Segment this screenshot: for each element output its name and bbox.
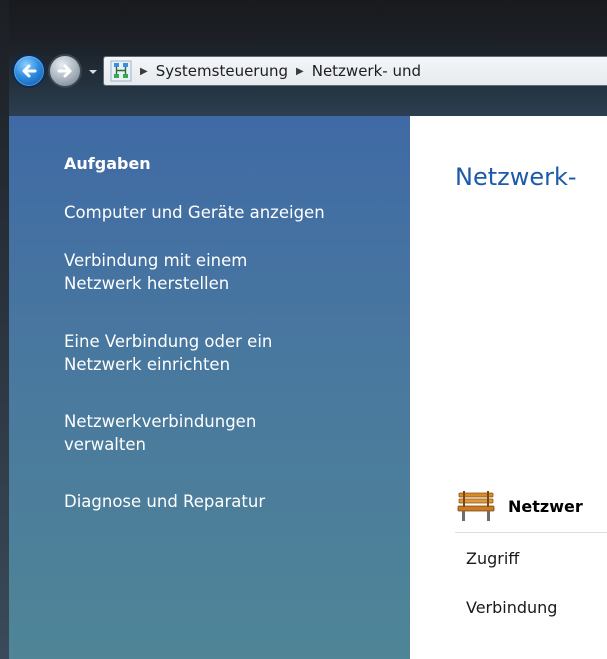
- page-title: Netzwerk-: [455, 163, 577, 191]
- network-icon: [110, 60, 132, 82]
- row-label-zugriff: Zugriff: [466, 549, 520, 568]
- sidebar-item-netzwerkverbindungen-verwalten[interactable]: Netzwerkverbindungen verwalten: [64, 410, 324, 456]
- sidebar-item-verbindung-herstellen[interactable]: Verbindung mit einem Netzwerk herstellen: [64, 249, 324, 295]
- breadcrumb-netzwerk[interactable]: Netzwerk- und: [312, 62, 421, 80]
- window-frame-left: [0, 0, 9, 659]
- section-title: Netzwer: [508, 497, 583, 516]
- sidebar-item-verbindung-einrichten[interactable]: Eine Verbindung oder ein Netzwerk einric…: [64, 330, 354, 376]
- sidebar-item-diagnose-reparatur[interactable]: Diagnose und Reparatur: [64, 490, 404, 513]
- back-arrow-icon: [22, 64, 37, 78]
- sidebar-heading: Aufgaben: [64, 154, 151, 173]
- forward-arrow-icon: [57, 64, 72, 78]
- row-label-verbindung: Verbindung: [466, 598, 558, 617]
- breadcrumb-systemsteuerung[interactable]: Systemsteuerung: [156, 62, 288, 80]
- title-bar-gloss: [0, 0, 607, 48]
- park-bench-icon: [457, 491, 495, 521]
- forward-button[interactable]: [48, 54, 82, 88]
- history-dropdown-icon[interactable]: [86, 62, 100, 82]
- sidebar-item-computer-und-geraete[interactable]: Computer und Geräte anzeigen: [64, 201, 404, 224]
- back-button[interactable]: [12, 54, 46, 88]
- breadcrumb-separator-icon[interactable]: ▶: [140, 66, 148, 77]
- breadcrumb-separator-icon[interactable]: ▶: [296, 66, 304, 77]
- address-bar[interactable]: ▶ Systemsteuerung ▶ Netzwerk- und: [103, 56, 607, 86]
- section-divider: [455, 532, 607, 533]
- task-sidebar: Aufgaben Computer und Geräte anzeigen Ve…: [9, 116, 410, 659]
- title-bar: ▶ Systemsteuerung ▶ Netzwerk- und: [0, 0, 607, 116]
